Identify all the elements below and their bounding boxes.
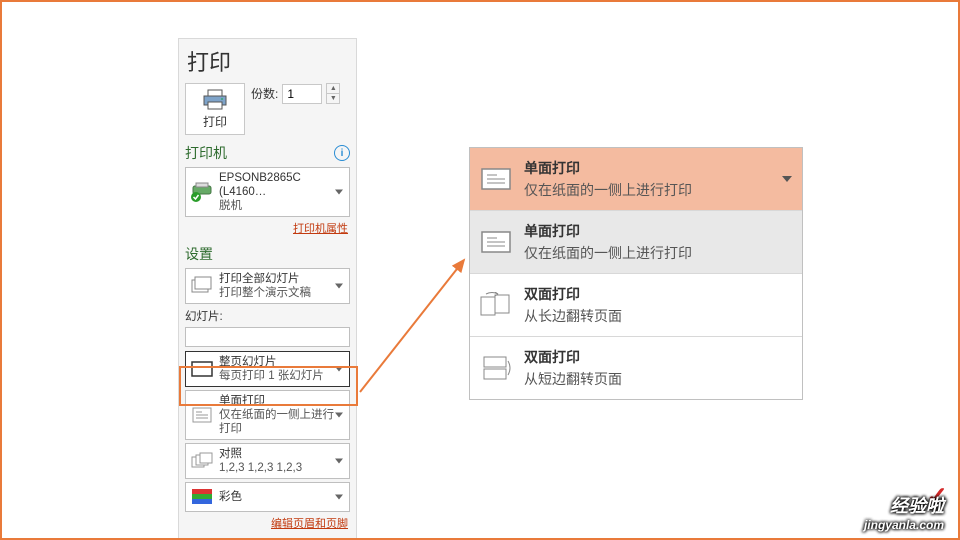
layout-sub: 每页打印 1 张幻灯片 [219, 369, 345, 383]
popout-option-duplex-long[interactable]: 双面打印 从长边翻转页面 [470, 274, 802, 337]
watermark-url: jingyanla.com [864, 518, 944, 532]
opt3-sub: 从短边翻转页面 [524, 369, 622, 389]
popout-current-sub: 仅在纸面的一侧上进行打印 [524, 180, 692, 200]
print-range-title: 打印全部幻灯片 [219, 272, 345, 286]
duplex-long-icon [478, 291, 514, 319]
print-button[interactable]: 打印 [185, 83, 245, 135]
collate-select[interactable]: 对照 1,2,3 1,2,3 1,2,3 [185, 443, 350, 479]
printer-status: 脱机 [219, 199, 345, 213]
printer-icon [202, 89, 228, 111]
slides-field-label: 幻灯片: [185, 308, 350, 324]
print-backstage-panel: 打印 打印 份数: ▲▼ 打印机 i [178, 38, 357, 540]
chevron-down-icon [335, 284, 343, 289]
printer-properties-link[interactable]: 打印机属性 [185, 220, 348, 236]
chevron-down-icon [335, 190, 343, 195]
info-icon[interactable]: i [334, 145, 350, 161]
print-range-sub: 打印整个演示文稿 [219, 286, 345, 300]
copies-spinner[interactable]: ▲▼ [326, 83, 340, 104]
printer-status-icon [190, 181, 214, 203]
chevron-down-icon [782, 176, 792, 182]
opt3-title: 双面打印 [524, 347, 622, 367]
color-select[interactable]: 彩色 [185, 482, 350, 512]
print-button-label: 打印 [203, 113, 227, 130]
collate-sub: 1,2,3 1,2,3 1,2,3 [219, 461, 345, 475]
duplex-short-icon [478, 354, 514, 382]
section-printer-label: 打印机 [185, 143, 227, 163]
copies-label: 份数: [251, 85, 278, 102]
opt1-title: 单面打印 [524, 221, 692, 241]
collate-title: 对照 [219, 447, 345, 461]
collate-icon [190, 450, 214, 472]
popout-current[interactable]: 单面打印 仅在纸面的一侧上进行打印 [470, 148, 802, 211]
watermark: 经验啦 jingyanla.com [864, 492, 944, 532]
popout-option-single[interactable]: 单面打印 仅在纸面的一侧上进行打印 [470, 211, 802, 274]
chevron-down-icon [335, 495, 343, 500]
popout-current-title: 单面打印 [524, 158, 692, 178]
single-sided-icon [190, 404, 214, 426]
watermark-title: 经验啦 [864, 492, 944, 518]
edit-header-footer-link[interactable]: 编辑页眉和页脚 [185, 515, 348, 531]
page-title: 打印 [185, 41, 350, 83]
sides-options-popout: 单面打印 仅在纸面的一侧上进行打印 单面打印 仅在纸面的一侧上进行打印 双面打印… [469, 147, 803, 400]
section-settings-label: 设置 [185, 244, 213, 264]
color-title: 彩色 [219, 490, 345, 504]
opt2-title: 双面打印 [524, 284, 622, 304]
chevron-down-icon [335, 367, 343, 372]
color-icon [190, 486, 214, 508]
sides-title: 单面打印 [219, 394, 345, 408]
sides-select[interactable]: 单面打印 仅在纸面的一侧上进行打印 [185, 390, 350, 440]
full-page-icon [190, 358, 214, 380]
printer-name: EPSONB2865C (L4160… [219, 171, 345, 199]
slides-range-input[interactable] [185, 327, 350, 347]
sides-sub: 仅在纸面的一侧上进行打印 [219, 408, 345, 436]
slides-all-icon [190, 275, 214, 297]
opt1-sub: 仅在纸面的一侧上进行打印 [524, 243, 692, 263]
layout-select[interactable]: 整页幻灯片 每页打印 1 张幻灯片 [185, 351, 350, 387]
printer-select[interactable]: EPSONB2865C (L4160… 脱机 [185, 167, 350, 217]
chevron-down-icon [335, 413, 343, 418]
layout-title: 整页幻灯片 [219, 355, 345, 369]
print-range-select[interactable]: 打印全部幻灯片 打印整个演示文稿 [185, 268, 350, 304]
chevron-down-icon [335, 459, 343, 464]
popout-option-duplex-short[interactable]: 双面打印 从短边翻转页面 [470, 337, 802, 399]
single-sided-icon [478, 165, 514, 193]
copies-input[interactable] [282, 84, 322, 104]
opt2-sub: 从长边翻转页面 [524, 306, 622, 326]
single-sided-icon [478, 228, 514, 256]
